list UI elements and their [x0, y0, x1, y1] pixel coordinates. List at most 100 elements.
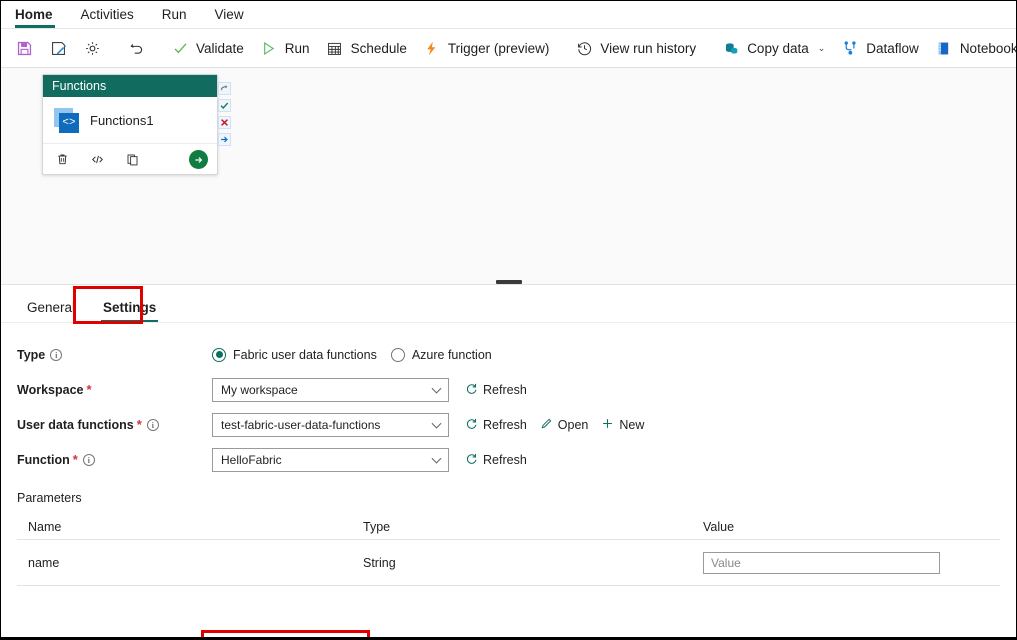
- form-row-function: Function * i HelloFabric Refresh: [1, 442, 1016, 477]
- type-label: Type i: [17, 348, 212, 362]
- ribbon-tab-home-label: Home: [15, 7, 53, 22]
- on-success-handle[interactable]: [218, 99, 231, 112]
- udf-refresh-label: Refresh: [483, 418, 527, 432]
- udf-open-link[interactable]: Open: [540, 417, 589, 433]
- open-pencil-icon: [540, 417, 553, 433]
- tab-settings-label: Settings: [103, 300, 156, 315]
- details-tab-bar: General Settings: [1, 285, 1016, 323]
- udf-open-label: Open: [558, 418, 589, 432]
- undo-button[interactable]: [119, 33, 153, 63]
- udf-refresh-link[interactable]: Refresh: [465, 417, 527, 433]
- required-asterisk: *: [86, 383, 91, 396]
- form-row-workspace: Workspace * My workspace Refresh: [1, 372, 1016, 407]
- function-label-text: Function: [17, 453, 70, 467]
- activity-node-functions[interactable]: Functions <> Functions1: [42, 74, 218, 175]
- refresh-icon: [465, 417, 478, 433]
- chevron-down-icon: ⌄: [818, 43, 826, 54]
- function-dropdown-value: HelloFabric: [221, 453, 282, 467]
- copy-data-icon: [722, 39, 740, 57]
- workspace-refresh-link[interactable]: Refresh: [465, 382, 527, 398]
- activity-node-body: <> Functions1: [43, 97, 217, 143]
- ribbon-tab-bar: Home Activities Run View: [1, 1, 1016, 29]
- trigger-button[interactable]: Trigger (preview): [415, 33, 558, 63]
- column-header-name: Name: [28, 520, 363, 534]
- save-icon: [15, 39, 33, 57]
- activity-node-header: Functions: [43, 75, 217, 97]
- pipeline-canvas[interactable]: Functions <> Functions1: [1, 68, 1016, 285]
- schedule-button[interactable]: Schedule: [318, 33, 415, 63]
- ribbon-tab-activities-label: Activities: [81, 7, 134, 22]
- form-row-user-data-functions: User data functions * i test-fabric-user…: [1, 407, 1016, 442]
- workspace-actions: Refresh: [465, 382, 527, 398]
- ribbon-tab-view-label: View: [215, 7, 244, 22]
- highlight-box-type-radio: [201, 630, 370, 640]
- chevron-down-icon: [432, 383, 442, 393]
- udf-actions: Refresh Open New: [465, 417, 644, 433]
- activity-connector-handles: [218, 82, 231, 146]
- radio-fabric-user-data-functions[interactable]: Fabric user data functions: [212, 348, 377, 362]
- run-label: Run: [285, 41, 310, 56]
- function-refresh-link[interactable]: Refresh: [465, 452, 527, 468]
- new-plus-icon: [601, 417, 614, 433]
- ribbon-tab-view[interactable]: View: [201, 7, 258, 28]
- ribbon-tab-run[interactable]: Run: [148, 7, 201, 28]
- undo-icon: [127, 39, 145, 57]
- udf-label-text: User data functions: [17, 418, 134, 432]
- schedule-calendar-icon: [326, 39, 344, 57]
- info-icon[interactable]: i: [50, 349, 62, 361]
- trigger-label: Trigger (preview): [448, 41, 550, 56]
- on-completion-handle[interactable]: [218, 133, 231, 146]
- parameters-table: Name Type Value name String: [1, 514, 1016, 586]
- notebook-button[interactable]: Notebook: [927, 33, 1017, 63]
- function-dropdown[interactable]: HelloFabric: [212, 448, 449, 472]
- workspace-refresh-label: Refresh: [483, 383, 527, 397]
- parameters-table-header: Name Type Value: [17, 514, 1000, 540]
- radio-fabric-label: Fabric user data functions: [233, 348, 377, 362]
- info-icon[interactable]: i: [83, 454, 95, 466]
- radio-unselected-icon: [391, 348, 405, 362]
- info-icon[interactable]: i: [147, 419, 159, 431]
- chevron-down-icon: [432, 418, 442, 428]
- run-activity-icon[interactable]: [189, 150, 208, 169]
- view-run-history-button[interactable]: View run history: [567, 33, 704, 63]
- radio-selected-icon: [212, 348, 226, 362]
- column-header-value: Value: [703, 520, 1000, 534]
- parameter-value-input[interactable]: [703, 552, 940, 574]
- schedule-label: Schedule: [351, 41, 407, 56]
- duplicate-icon[interactable]: [124, 151, 141, 168]
- dataflow-button[interactable]: Dataflow: [833, 33, 927, 63]
- udf-dropdown[interactable]: test-fabric-user-data-functions: [212, 413, 449, 437]
- on-skip-handle[interactable]: [218, 82, 231, 95]
- splitter-grip: [496, 280, 522, 284]
- udf-new-link[interactable]: New: [601, 417, 644, 433]
- save-as-button[interactable]: [41, 33, 75, 63]
- dataflow-label: Dataflow: [866, 41, 919, 56]
- validate-checkmark-icon: [171, 39, 189, 57]
- code-brackets-glyph: <>: [59, 113, 79, 133]
- parameters-title: Parameters: [1, 477, 1016, 505]
- table-row: name String: [17, 540, 1000, 586]
- function-refresh-label: Refresh: [483, 453, 527, 467]
- fabric-pipeline-editor: Home Activities Run View: [0, 0, 1017, 640]
- chevron-down-icon: [432, 453, 442, 463]
- ribbon-tab-home[interactable]: Home: [13, 7, 67, 28]
- workspace-dropdown[interactable]: My workspace: [212, 378, 449, 402]
- tab-general[interactable]: General: [15, 300, 87, 322]
- run-button[interactable]: Run: [252, 33, 318, 63]
- on-fail-handle[interactable]: [218, 116, 231, 129]
- code-view-icon[interactable]: [89, 151, 106, 168]
- required-asterisk: *: [73, 453, 78, 466]
- validate-button[interactable]: Validate: [163, 33, 252, 63]
- radio-azure-function[interactable]: Azure function: [391, 348, 492, 362]
- settings-button[interactable]: [75, 33, 109, 63]
- tab-settings[interactable]: Settings: [91, 300, 168, 322]
- delete-icon[interactable]: [54, 151, 71, 168]
- save-button[interactable]: [7, 33, 41, 63]
- activity-details-pane: General Settings Type i Fabric user data…: [1, 285, 1016, 586]
- copy-data-button[interactable]: Copy data ⌄: [714, 33, 833, 63]
- function-label: Function * i: [17, 453, 212, 467]
- udf-new-label: New: [619, 418, 644, 432]
- ribbon-tab-activities[interactable]: Activities: [67, 7, 148, 28]
- settings-form: Type i Fabric user data functions Azure …: [1, 323, 1016, 586]
- type-radio-group: Fabric user data functions Azure functio…: [212, 348, 492, 362]
